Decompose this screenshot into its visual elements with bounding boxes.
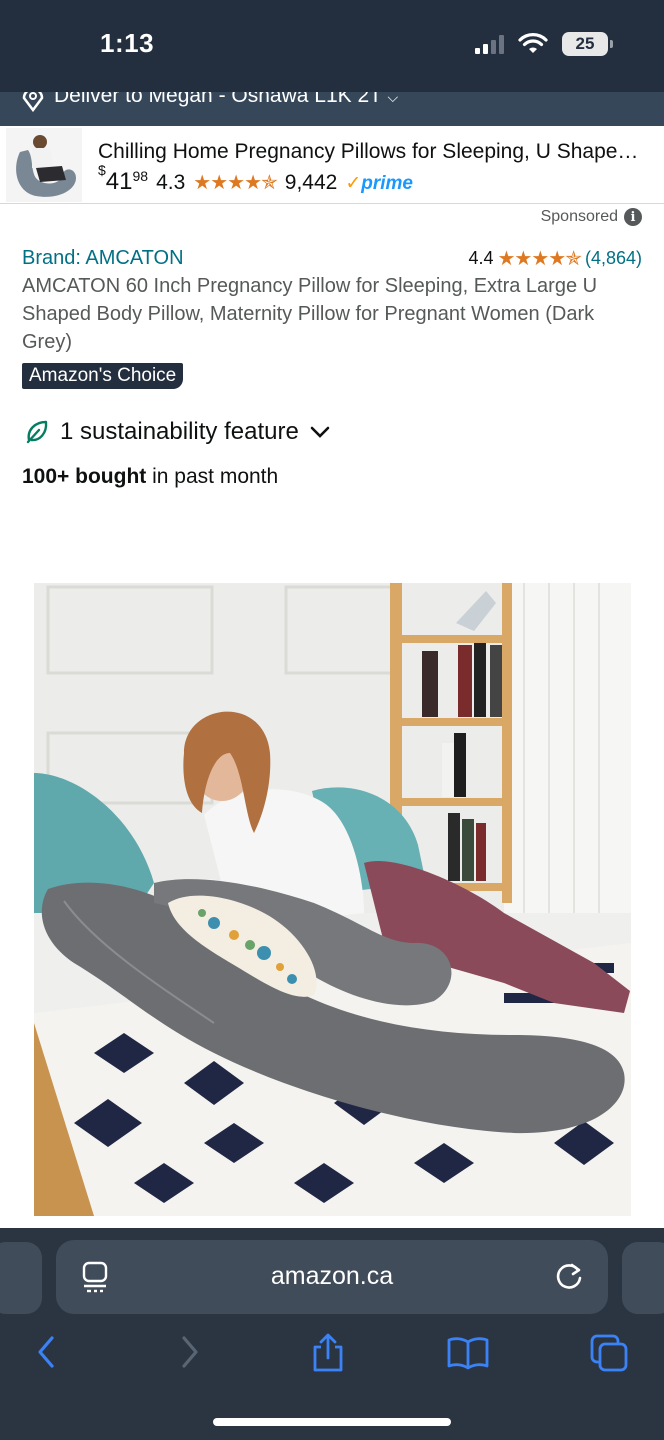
sponsored-product-review-count: 9,442	[284, 171, 338, 194]
star-rating-icon: ★★★★✯	[193, 172, 277, 194]
review-count-link[interactable]: (4,864)	[585, 248, 642, 269]
back-arrow-icon[interactable]	[34, 1332, 58, 1372]
cellular-signal-icon	[475, 34, 504, 54]
sustainability-feature-toggle[interactable]: 1 sustainability feature	[24, 418, 331, 446]
sponsored-product-rating: 4.3	[156, 171, 186, 194]
sponsored-product-price: $4198	[98, 162, 149, 195]
brand-link[interactable]: Brand: AMCATON	[22, 247, 184, 270]
wifi-icon	[518, 33, 548, 53]
info-icon[interactable]: i	[624, 208, 642, 226]
star-rating-icon: ★★★★✯	[497, 248, 581, 270]
status-icons: 25	[475, 32, 613, 56]
home-indicator	[213, 1418, 451, 1426]
chevron-down-icon: ⌵	[387, 92, 399, 105]
product-rating[interactable]: 4.4 ★★★★✯ (4,864)	[468, 246, 642, 271]
bookmarks-icon[interactable]	[446, 1332, 490, 1372]
forward-arrow-icon[interactable]	[178, 1332, 202, 1372]
prime-badge: ✓prime	[345, 173, 413, 194]
leaf-icon	[26, 420, 48, 444]
status-time: 1:13	[100, 28, 155, 58]
amazons-choice-badge: Amazon's Choice	[22, 363, 184, 389]
tabs-icon[interactable]	[588, 1332, 630, 1374]
share-icon[interactable]	[310, 1332, 346, 1374]
reload-icon[interactable]	[554, 1260, 586, 1292]
product-title: AMCATON 60 Inch Pregnancy Pillow for Sle…	[22, 275, 598, 353]
product-image[interactable]	[34, 583, 631, 1216]
deliver-to-bar[interactable]: Deliver to Megan - Oshawa L1K 2T ⌵	[0, 92, 664, 126]
deliver-to-label: Deliver to Megan - Oshawa L1K 2T ⌵	[54, 92, 398, 108]
bought-in-past-month: 100+ bought in past month	[22, 465, 279, 488]
sponsored-label[interactable]: Sponsored i	[541, 208, 642, 226]
battery-icon: 25	[562, 32, 613, 56]
url-text[interactable]: amazon.ca	[56, 1262, 608, 1291]
previous-tab-preview[interactable]	[0, 1242, 42, 1314]
sponsored-product-card[interactable]: Chilling Home Pregnancy Pillows for Slee…	[0, 126, 664, 204]
browser-bottom-bar: amazon.ca	[0, 1228, 664, 1440]
location-pin-icon	[22, 92, 44, 112]
chevron-down-icon	[310, 426, 330, 438]
status-bar: 1:13 25	[0, 0, 664, 92]
sponsored-product-meta: $4198 4.3 ★★★★✯ 9,442 ✓prime	[98, 162, 413, 196]
browser-toolbar	[0, 1324, 664, 1384]
address-bar[interactable]: amazon.ca	[56, 1240, 608, 1314]
sponsored-product-title[interactable]: Chilling Home Pregnancy Pillows for Slee…	[98, 140, 660, 164]
next-tab-preview[interactable]	[622, 1242, 664, 1314]
pregnancy-pillow-thumbnail-image	[6, 128, 82, 202]
